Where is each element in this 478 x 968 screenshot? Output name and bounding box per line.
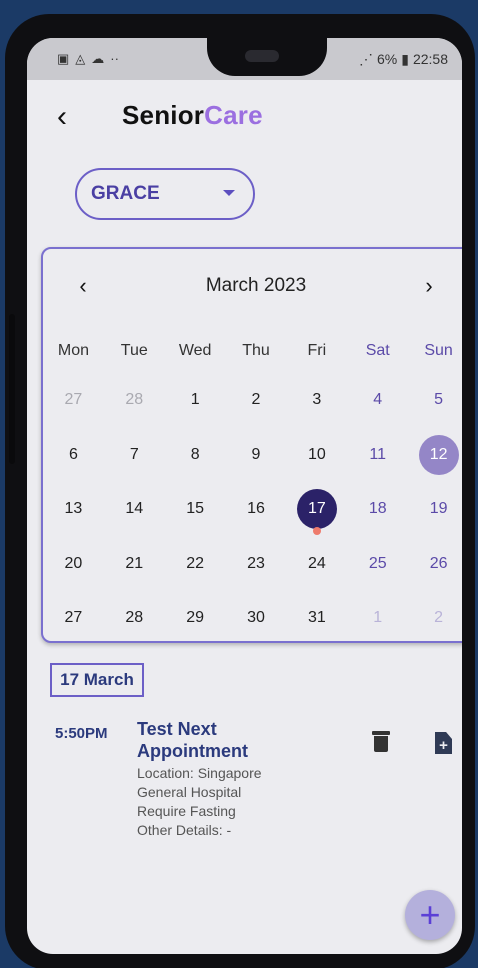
day-cell[interactable]: 24 bbox=[286, 544, 347, 584]
day-cell[interactable]: 3 bbox=[286, 380, 347, 420]
day-cell[interactable]: 27 bbox=[43, 380, 104, 420]
day-cell[interactable]: 27 bbox=[43, 598, 104, 638]
status-bar: ▣ ◬ ☁ ·· ⋰ 6% ▮ 22:58 bbox=[27, 38, 462, 80]
week-row: 13 14 15 16 17 18 19 bbox=[43, 482, 462, 537]
patient-select-value: GRACE bbox=[91, 183, 160, 204]
day-cell[interactable]: 14 bbox=[104, 489, 165, 529]
day-cell[interactable]: 26 bbox=[408, 544, 462, 584]
weekday-label: Tue bbox=[120, 342, 148, 359]
day-cell[interactable]: 22 bbox=[165, 544, 226, 584]
phone-frame: ▣ ◬ ☁ ·· ⋰ 6% ▮ 22:58 ‹ SeniorCare GRACE… bbox=[5, 14, 475, 968]
week-row: 27 28 1 2 3 4 5 bbox=[43, 373, 462, 428]
caret-down-icon bbox=[223, 190, 235, 196]
event-dot bbox=[312, 527, 321, 536]
day-cell[interactable]: 21 bbox=[104, 544, 165, 584]
day-cell[interactable]: 10 bbox=[286, 435, 347, 475]
week-row: 20 21 22 23 24 25 26 bbox=[43, 537, 462, 592]
battery-percent: 6% bbox=[377, 51, 398, 67]
day-cell[interactable]: 5 bbox=[408, 380, 462, 420]
status-right: ⋰ 6% ▮ 22:58 bbox=[359, 51, 448, 68]
weekday-label: Fri bbox=[307, 342, 327, 359]
day-cell[interactable]: 29 bbox=[165, 598, 226, 638]
day-cell[interactable]: 28 bbox=[104, 380, 165, 420]
next-month-icon[interactable]: › bbox=[417, 273, 441, 299]
back-arrow-icon[interactable]: ‹ bbox=[57, 102, 81, 136]
camera-icon bbox=[245, 50, 279, 62]
day-cell[interactable]: 20 bbox=[43, 544, 104, 584]
calendar-grid: Mon Tue Wed Thu Fri Sat Sun 27 28 1 2 3 … bbox=[43, 329, 462, 646]
selected-date-label: 17 March bbox=[50, 663, 144, 697]
image-icon: ▣ bbox=[57, 51, 70, 66]
day-cell[interactable]: 6 bbox=[43, 435, 104, 475]
week-row: 27 28 29 30 31 1 2 bbox=[43, 591, 462, 646]
mask-icon: ◬ bbox=[75, 51, 86, 66]
weekday-row: Mon Tue Wed Thu Fri Sat Sun bbox=[43, 329, 462, 373]
day-cell[interactable]: 1 bbox=[165, 380, 226, 420]
appointment-title: Test Next Appointment bbox=[137, 719, 248, 761]
battery-icon: ▮ bbox=[401, 51, 409, 67]
day-cell[interactable]: 11 bbox=[347, 435, 408, 475]
weekday-label: Thu bbox=[242, 342, 270, 359]
day-cell[interactable]: 30 bbox=[226, 598, 287, 638]
day-cell[interactable]: 31 bbox=[286, 598, 347, 638]
weekday-label: Wed bbox=[178, 342, 212, 359]
appointment-time: 5:50PM bbox=[55, 725, 108, 742]
cloud-icon: ☁ bbox=[91, 51, 105, 66]
plus-glyph: + bbox=[439, 737, 448, 754]
appointment-location: Location: Singapore General Hospital bbox=[137, 765, 262, 800]
day-cell[interactable]: 7 bbox=[104, 435, 165, 475]
signal-icon: ⋰ bbox=[359, 51, 373, 67]
day-cell[interactable]: 13 bbox=[43, 489, 104, 529]
day-cell[interactable]: 23 bbox=[226, 544, 287, 584]
calendar: ‹ March 2023 › Mon Tue Wed Thu Fri Sat S… bbox=[41, 247, 462, 643]
patient-select[interactable]: GRACE bbox=[75, 168, 255, 220]
day-cell[interactable]: 2 bbox=[408, 598, 462, 638]
day-cell[interactable]: 16 bbox=[226, 489, 287, 529]
week-row: 6 7 8 9 10 11 12 bbox=[43, 428, 462, 483]
dots-icon: ·· bbox=[110, 51, 119, 66]
day-cell[interactable]: 9 bbox=[226, 435, 287, 475]
day-cell[interactable]: 18 bbox=[347, 489, 408, 529]
day-number: 17 bbox=[307, 500, 326, 518]
add-appointment-button[interactable]: + bbox=[405, 890, 455, 940]
day-cell-today[interactable]: 12 bbox=[408, 434, 462, 475]
app-screen: ▣ ◬ ☁ ·· ⋰ 6% ▮ 22:58 ‹ SeniorCare GRACE… bbox=[27, 38, 462, 954]
day-cell[interactable]: 8 bbox=[165, 435, 226, 475]
day-cell[interactable]: 19 bbox=[408, 489, 462, 529]
app-title: SeniorCare bbox=[122, 100, 263, 130]
day-cell[interactable]: 25 bbox=[347, 544, 408, 584]
day-cell[interactable]: 28 bbox=[104, 598, 165, 638]
day-cell[interactable]: 1 bbox=[347, 598, 408, 638]
appointment-note: Require Fasting bbox=[137, 803, 236, 819]
side-button bbox=[9, 314, 15, 464]
trash-lid bbox=[372, 731, 390, 735]
day-cell[interactable]: 15 bbox=[165, 489, 226, 529]
day-number: 12 bbox=[429, 445, 448, 463]
camera-notch bbox=[207, 38, 327, 76]
weekday-label: Sat bbox=[365, 342, 390, 359]
calendar-month-label: March 2023 bbox=[205, 275, 307, 296]
appointment-other: Other Details: - bbox=[137, 822, 232, 838]
day-cell[interactable]: 4 bbox=[347, 380, 408, 420]
day-cell-selected[interactable]: 17 bbox=[286, 489, 347, 536]
status-left-icons: ▣ ◬ ☁ ·· bbox=[57, 51, 119, 67]
add-note-icon[interactable]: + bbox=[435, 732, 452, 754]
weekday-label: Sun bbox=[424, 342, 453, 359]
day-cell[interactable]: 2 bbox=[226, 380, 287, 420]
weekday-label: Mon bbox=[57, 342, 89, 359]
delete-icon[interactable] bbox=[372, 731, 390, 753]
trash-body bbox=[374, 736, 388, 752]
clock: 22:58 bbox=[412, 51, 448, 67]
